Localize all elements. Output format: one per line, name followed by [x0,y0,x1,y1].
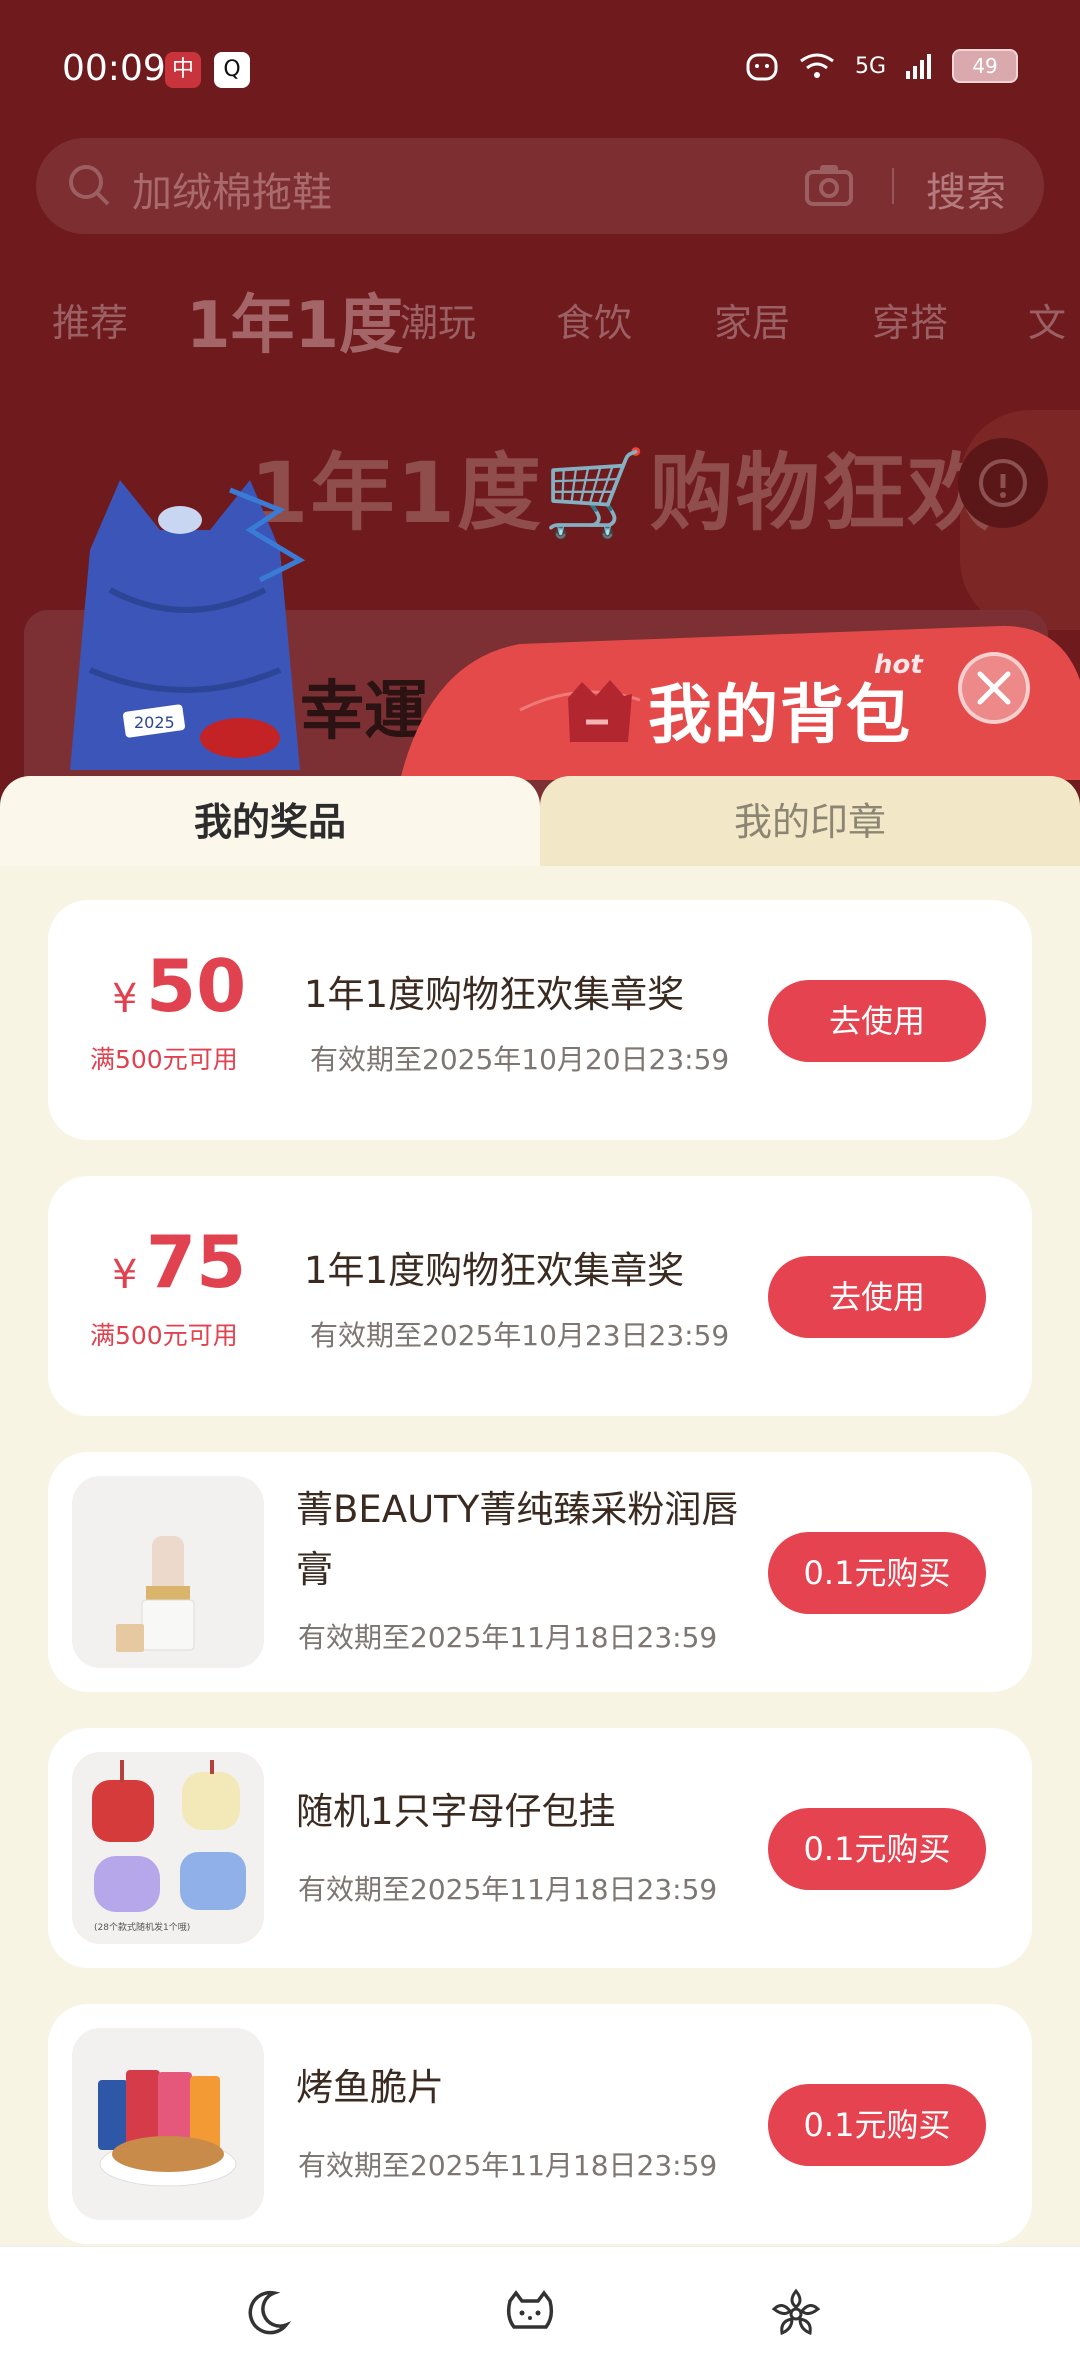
tab-stationery[interactable]: 文 [1028,292,1066,347]
category-tabs: 推荐 1年1度 潮玩 食饮 家居 穿搭 文 [0,270,1080,363]
product-expiry: 有效期至2025年11月18日23:59 [298,2149,718,2182]
search-button[interactable]: 搜索 [926,160,1006,218]
letter-keychain-image[interactable]: (28个款式随机发1个哦) [72,1752,264,1944]
flower-icon[interactable] [770,2287,822,2339]
qq-app-icon: Q [214,52,250,88]
blue-bag-illustration: 2025 [70,480,306,770]
tab-my-prizes[interactable]: 我的奖品 [0,776,540,868]
coupon-title: 1年1度购物狂欢集章奖 [304,1249,685,1292]
product-expiry: 有效期至2025年11月18日23:59 [298,1621,718,1654]
tab-home[interactable]: 家居 [714,292,790,347]
bank-app-icon: 中 [165,52,201,88]
status-bar: 00:09 中 Q 5G 49 [0,0,1080,130]
search-icon [69,165,110,206]
coupon-amount: 50 [146,944,247,1028]
product-card: (28个款式随机发1个哦) 随机1只字母仔包挂 有效期至2025年11月18日2… [48,1728,1032,1968]
coupon-expiry: 有效期至2025年10月20日23:59 [310,1043,730,1076]
bottom-nav [0,2246,1080,2378]
sheet-tabs: 我的印章 我的奖品 [0,776,1080,868]
hot-tag: hot [874,650,923,680]
search-divider [892,168,894,204]
use-coupon-button[interactable]: 去使用 [768,1256,986,1338]
prize-list: ¥ 50 满500元可用 1年1度购物狂欢集章奖 有效期至2025年10月20日… [0,866,1080,2246]
product-expiry: 有效期至2025年11月18日23:59 [298,1873,718,1906]
banner-title: 1年1度🛒购物狂欢 [250,444,994,542]
signal-icon [906,54,932,79]
product-title: 随机1只字母仔包挂 [296,1790,616,1833]
status-icons: 5G 49 [745,44,1019,88]
svg-text:2025: 2025 [134,713,175,732]
tab-my-stamps[interactable]: 我的印章 [540,776,1080,868]
currency-symbol: ¥ [112,976,138,1022]
fish-chips-image[interactable] [72,2028,264,2220]
wifi-icon [800,53,834,78]
network-label: 5G [855,53,887,79]
coupon-condition: 满500元可用 [90,1045,238,1074]
camera-icon[interactable] [804,162,854,208]
coupon-card: ¥ 50 满500元可用 1年1度购物狂欢集章奖 有效期至2025年10月20日… [48,900,1032,1140]
lipstick-image[interactable] [72,1476,264,1668]
status-time: 00:09 [62,48,166,89]
hello-kitty-icon[interactable] [504,2287,556,2339]
keychain-caption: (28个款式随机发1个哦) [94,1923,191,1933]
bunny-notification-icon [746,53,778,81]
sheet-title: 我的背包 [648,679,912,753]
close-button[interactable] [958,652,1030,724]
coupon-title: 1年1度购物狂欢集章奖 [304,973,685,1016]
close-icon [977,671,1011,705]
moon-icon[interactable] [240,2287,292,2339]
tab-food[interactable]: 食饮 [556,292,632,347]
info-icon[interactable] [958,438,1048,528]
search-bar[interactable]: 加绒棉拖鞋 搜索 [36,138,1044,234]
product-title: 烤鱼脆片 [296,2066,444,2109]
buy-button[interactable]: 0.1元购买 [768,2084,986,2166]
use-coupon-button[interactable]: 去使用 [768,980,986,1062]
product-title: 菁BEAUTY菁纯臻采粉润唇膏 [296,1488,739,1591]
tab-recommend[interactable]: 推荐 [52,292,128,347]
coupon-expiry: 有效期至2025年10月23日23:59 [310,1319,730,1352]
battery-indicator: 49 [952,49,1019,83]
buy-button[interactable]: 0.1元购买 [768,1808,986,1890]
coupon-card: ¥ 75 满500元可用 1年1度购物狂欢集章奖 有效期至2025年10月23日… [48,1176,1032,1416]
tab-annual[interactable]: 1年1度 [186,274,403,366]
product-card: 烤鱼脆片 有效期至2025年11月18日23:59 0.1元购买 [48,2004,1032,2244]
buy-button[interactable]: 0.1元购买 [768,1532,986,1614]
tab-toys[interactable]: 潮玩 [400,292,476,347]
search-input[interactable]: 加绒棉拖鞋 [132,160,332,218]
crown-bag-icon [568,680,632,742]
currency-symbol: ¥ [112,1252,138,1298]
coupon-amount: 75 [146,1220,247,1304]
tab-outfit[interactable]: 穿搭 [872,292,948,347]
coupon-condition: 满500元可用 [90,1321,238,1350]
product-card: 菁BEAUTY菁纯臻采粉润唇膏 有效期至2025年11月18日23:59 0.1… [48,1452,1032,1692]
